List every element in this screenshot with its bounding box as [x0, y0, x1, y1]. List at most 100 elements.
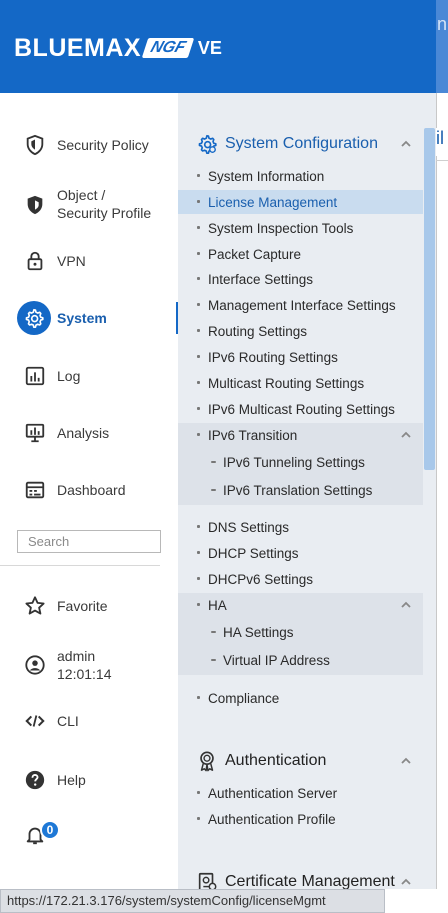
header-edge-text: n	[437, 14, 448, 34]
logo-ve-text: VE	[197, 37, 222, 58]
menu-virtual-ip-address[interactable]: Virtual IP Address	[178, 648, 423, 672]
menu-ipv6-tunneling-settings[interactable]: IPv6 Tunneling Settings	[178, 450, 423, 474]
nav-system[interactable]: System	[0, 298, 178, 338]
main-tab-fragment[interactable]: il	[436, 128, 448, 156]
nav-favorite[interactable]: Favorite	[0, 586, 178, 626]
menu-label: DHCP Settings	[208, 545, 299, 561]
nav-label: Favorite	[57, 598, 108, 614]
menu-label: Routing Settings	[208, 323, 308, 339]
nav-label: Security Policy	[57, 137, 149, 153]
nav-label: System	[57, 310, 107, 326]
menu-label: IPv6 Translation Settings	[223, 482, 373, 498]
menu-label: System Inspection Tools	[208, 220, 354, 236]
menu-dns-settings[interactable]: DNS Settings	[178, 515, 423, 539]
bluemax-logo[interactable]: BLUEMAX NGF VE	[14, 32, 222, 64]
left-navigation: Security Policy Object / Security Profil…	[0, 93, 178, 889]
nav-help[interactable]: Help	[0, 760, 178, 800]
menu-label: System Information	[208, 168, 325, 184]
menu-authentication-profile[interactable]: Authentication Profile	[178, 807, 423, 831]
user-name: admin	[57, 648, 96, 664]
section-certificate-management[interactable]: Certificate Management	[178, 865, 423, 889]
menu-ipv6-transition[interactable]: IPv6 Transition	[178, 423, 423, 447]
nav-label-line1: Object /	[57, 187, 106, 203]
section-authentication[interactable]: Authentication	[178, 744, 423, 778]
nav-vpn[interactable]: VPN	[0, 241, 178, 281]
menu-ipv6-multicast-routing-settings[interactable]: IPv6 Multicast Routing Settings	[178, 397, 423, 421]
menu-management-interface-settings[interactable]: Management Interface Settings	[178, 293, 423, 317]
chevron-up-icon[interactable]	[400, 138, 412, 150]
nav-search-input[interactable]	[17, 530, 161, 553]
code-icon	[22, 708, 48, 734]
gear-icon	[194, 131, 220, 157]
nav-label: VPN	[57, 253, 86, 269]
menu-label: Interface Settings	[208, 271, 314, 287]
menu-label: IPv6 Routing Settings	[208, 349, 338, 365]
menu-label: Packet Capture	[208, 246, 302, 262]
chevron-up-icon[interactable]	[400, 755, 412, 767]
nav-divider	[0, 565, 160, 566]
chevron-up-icon[interactable]	[400, 876, 412, 888]
certificate-icon	[194, 869, 220, 889]
session-time: 12:01:14	[57, 666, 112, 682]
menu-ipv6-routing-settings[interactable]: IPv6 Routing Settings	[178, 345, 423, 369]
award-icon	[194, 748, 220, 774]
menu-label: IPv6 Tunneling Settings	[223, 454, 365, 470]
analysis-icon	[22, 420, 48, 446]
menu-label: DHCPv6 Settings	[208, 571, 314, 587]
gear-icon	[17, 301, 51, 335]
menu-label: Virtual IP Address	[223, 652, 330, 668]
section-title: System Configuration	[225, 135, 378, 152]
nav-dashboard[interactable]: Dashboard	[0, 470, 178, 510]
nav-admin-user[interactable]: admin 12:01:14	[0, 643, 178, 687]
menu-multicast-routing-settings[interactable]: Multicast Routing Settings	[178, 371, 423, 395]
menu-label: HA	[208, 597, 227, 613]
section-system-configuration[interactable]: System Configuration	[178, 127, 423, 161]
menu-ha[interactable]: HA	[178, 593, 423, 617]
shield-icon	[22, 132, 48, 158]
menu-interface-settings[interactable]: Interface Settings	[178, 267, 423, 291]
menu-system-inspection-tools[interactable]: System Inspection Tools	[178, 216, 423, 240]
object-shield-icon	[22, 192, 48, 218]
menu-dhcpv6-settings[interactable]: DHCPv6 Settings	[178, 567, 423, 591]
nav-analysis[interactable]: Analysis	[0, 413, 178, 453]
bar-chart-icon	[22, 363, 48, 389]
dashboard-icon	[22, 477, 48, 503]
menu-label: IPv6 Multicast Routing Settings	[208, 401, 395, 417]
menu-label: Authentication Profile	[208, 811, 336, 827]
app-header: BLUEMAX NGF VE	[0, 0, 448, 93]
lock-icon	[22, 248, 48, 274]
menu-label: Management Interface Settings	[208, 297, 396, 313]
chevron-up-icon[interactable]	[400, 599, 412, 611]
menu-label: Multicast Routing Settings	[208, 375, 365, 391]
menu-ipv6-translation-settings[interactable]: IPv6 Translation Settings	[178, 478, 423, 502]
nav-log[interactable]: Log	[0, 356, 178, 396]
notification-badge: 0	[40, 820, 60, 840]
nav-label: CLI	[57, 713, 79, 729]
chevron-up-icon[interactable]	[400, 429, 412, 441]
menu-label: Compliance	[208, 690, 280, 706]
help-icon	[22, 767, 48, 793]
nav-label: Log	[57, 368, 81, 384]
menu-ha-settings[interactable]: HA Settings	[178, 620, 423, 644]
nav-cli[interactable]: CLI	[0, 701, 178, 741]
menu-packet-capture[interactable]: Packet Capture	[178, 242, 423, 266]
menu-routing-settings[interactable]: Routing Settings	[178, 319, 423, 343]
menu-label: License Management	[208, 194, 338, 210]
nav-security-policy[interactable]: Security Policy	[0, 125, 178, 165]
menu-compliance[interactable]: Compliance	[178, 686, 423, 710]
main-content-divider	[436, 160, 448, 161]
nav-label-line2: Security Profile	[57, 205, 152, 221]
menu-dhcp-settings[interactable]: DHCP Settings	[178, 541, 423, 565]
section-title: Authentication	[225, 752, 327, 769]
submenu-panel: System Configuration System Information …	[178, 93, 436, 889]
nav-label: Help	[57, 772, 86, 788]
submenu-scrollbar-thumb[interactable]	[424, 128, 435, 470]
nav-object-security-profile[interactable]: Object / Security Profile	[0, 183, 178, 227]
menu-license-management[interactable]: License Management	[178, 190, 423, 214]
menu-authentication-server[interactable]: Authentication Server	[178, 781, 423, 805]
section-title: Certificate Management	[225, 873, 395, 889]
star-icon	[22, 593, 48, 619]
menu-system-information[interactable]: System Information	[178, 164, 423, 188]
user-icon	[22, 652, 48, 678]
menu-label: DNS Settings	[208, 519, 290, 535]
